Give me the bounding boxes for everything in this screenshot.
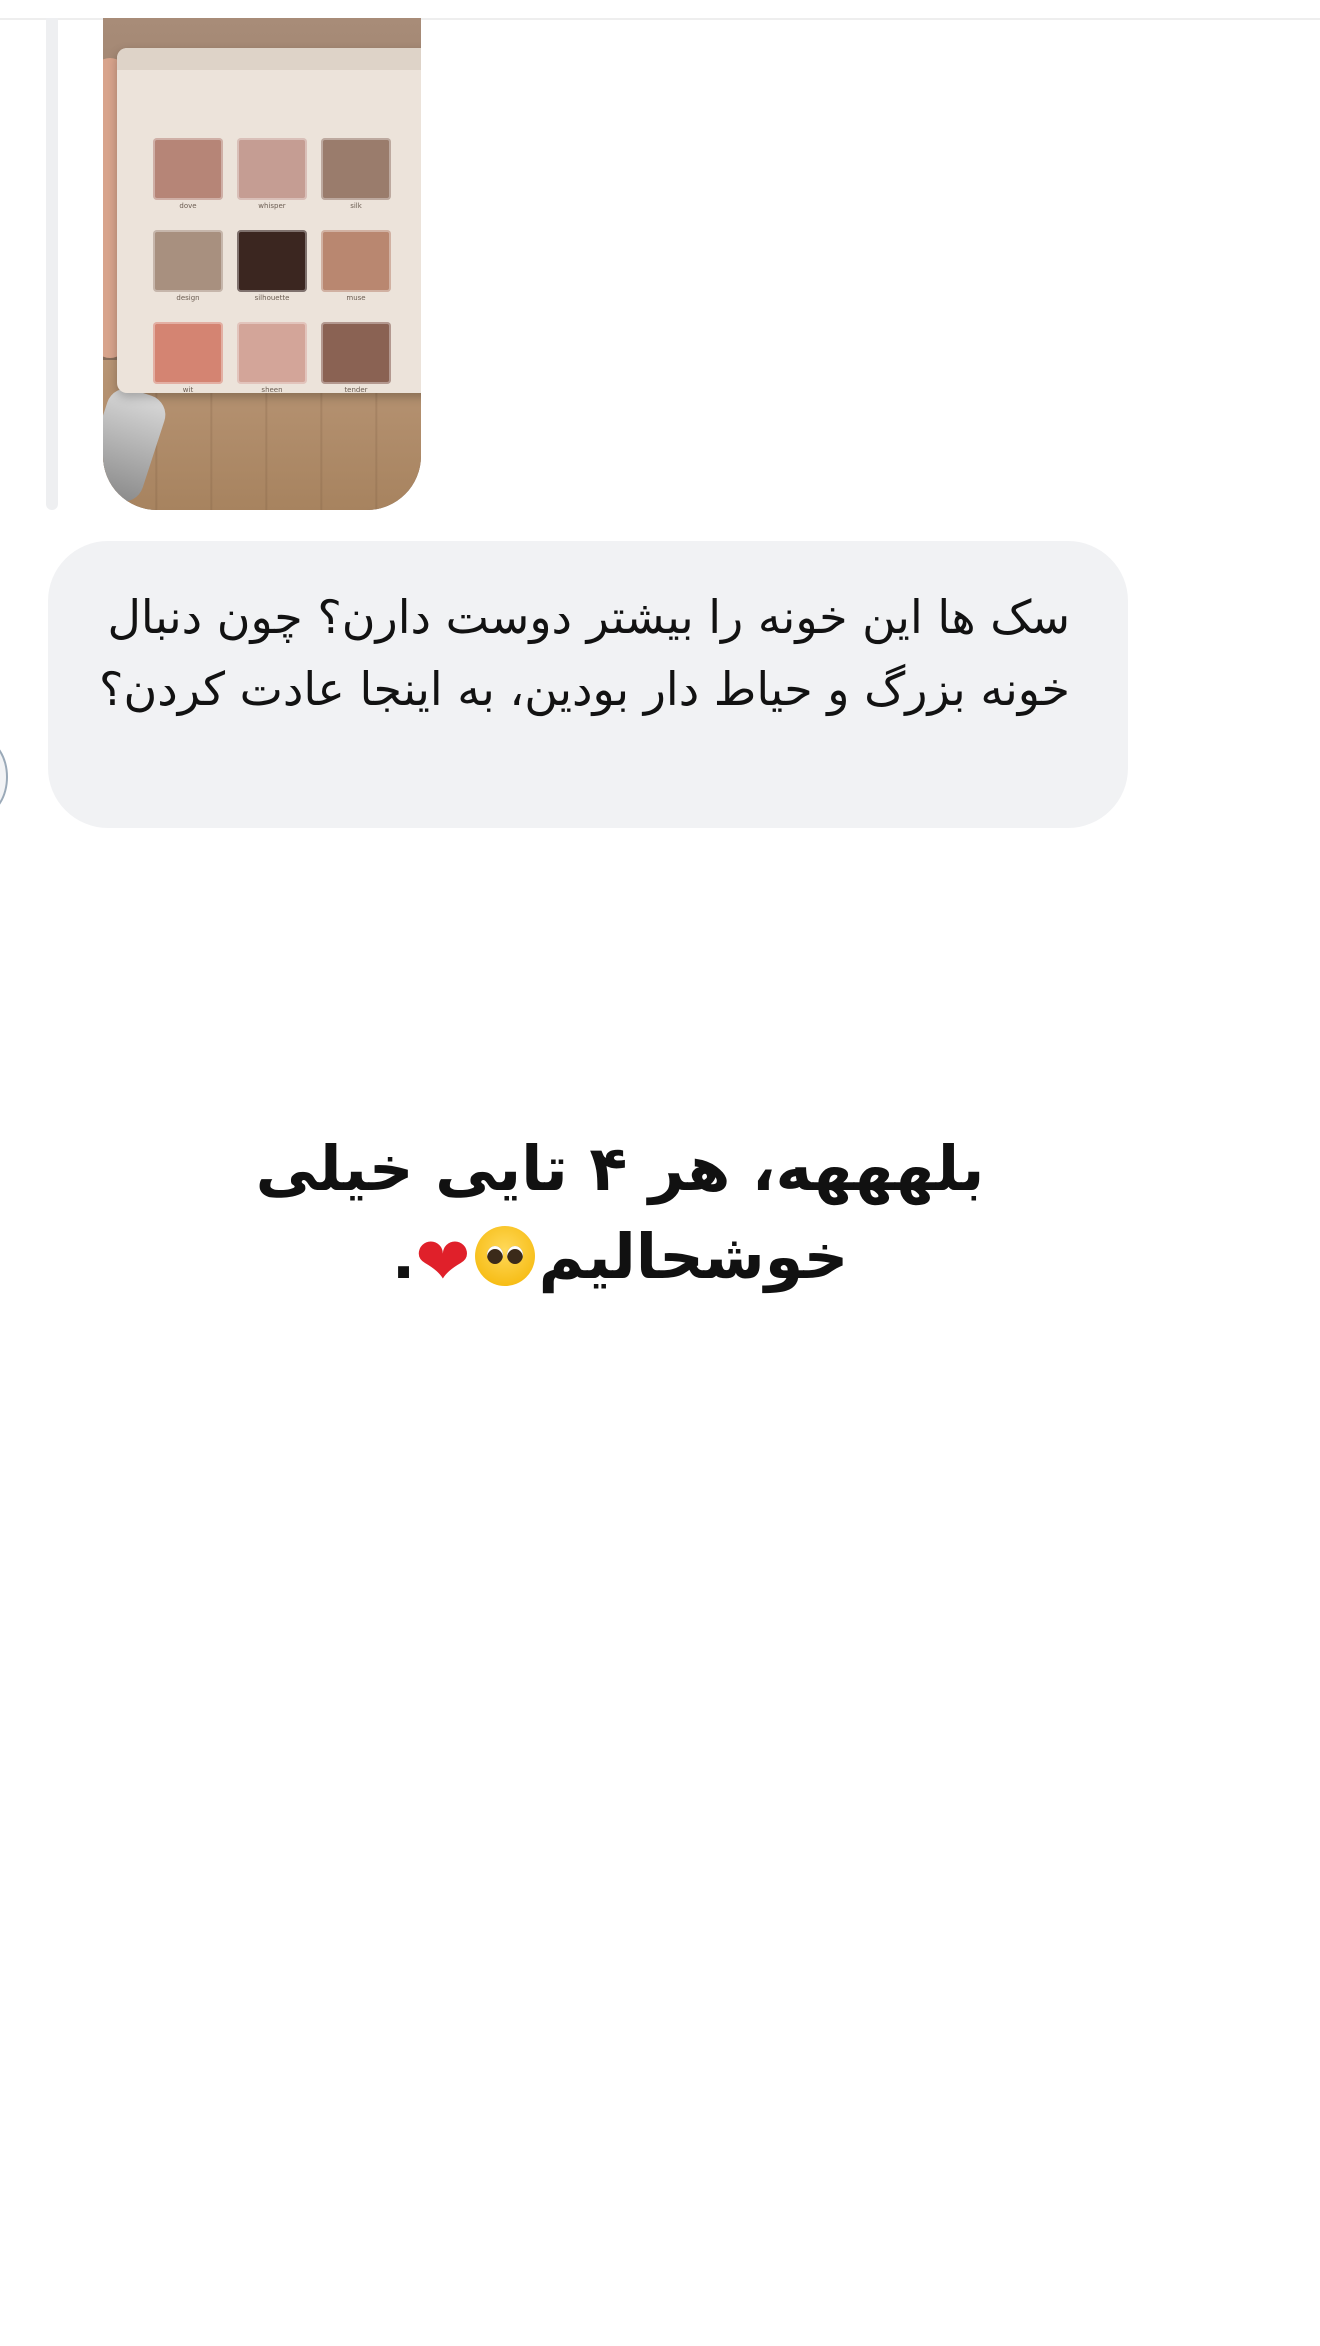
eyeshadow-pan-label: dove [179, 202, 197, 210]
eyeshadow-pan-label: whisper [258, 202, 286, 210]
pleading-face-icon [474, 1226, 535, 1286]
reply-thread-line [46, 18, 58, 510]
eyeshadow-pan-design [153, 230, 223, 292]
eyeshadow-pan-label: silk [350, 202, 362, 210]
eyeshadow-pan-label: wit [182, 386, 194, 394]
top-divider [0, 0, 1320, 20]
eyeshadow-pan-wit [153, 322, 223, 384]
eyeshadow-pan-whisper [237, 138, 307, 200]
eyeshadow-pan-dove [153, 138, 223, 200]
avatar[interactable] [0, 740, 8, 814]
eyeshadow-pan-label: tender [344, 386, 368, 394]
answer-text-block: بلهههه، هر ۴ تایی خیلی خوشحالیم❤. [180, 1125, 1060, 1306]
eyeshadow-pan-silk [321, 138, 391, 200]
eyeshadow-pan-silhouette [237, 230, 307, 292]
eyeshadow-pan-label: design [176, 294, 200, 302]
eyeshadow-pan-label: muse [346, 294, 366, 302]
eyeshadow-palette: dove whisper silk design silhouette muse wit sh… [117, 48, 421, 394]
question-text: سک ها این خونه را بیشتر دوست دارن؟ چون د… [99, 590, 1070, 716]
question-bubble: سک ها این خونه را بیشتر دوست دارن؟ چون د… [48, 541, 1128, 828]
eyeshadow-pan-muse [321, 230, 391, 292]
eyeshadow-pan-sheen [237, 322, 307, 384]
eyeshadow-pan-tender [321, 322, 391, 384]
red-heart-icon: ❤ [415, 1223, 471, 1300]
eyeshadow-pan-label: silhouette [254, 294, 290, 302]
answer-text: بلهههه، هر ۴ تایی خیلی خوشحالیم [255, 1132, 985, 1293]
attached-photo[interactable]: dove whisper silk design silhouette muse wit sh… [103, 18, 421, 510]
eyeshadow-pan-label: sheen [261, 386, 283, 394]
answer-trailing: . [391, 1220, 416, 1293]
palette-rim [117, 48, 421, 70]
